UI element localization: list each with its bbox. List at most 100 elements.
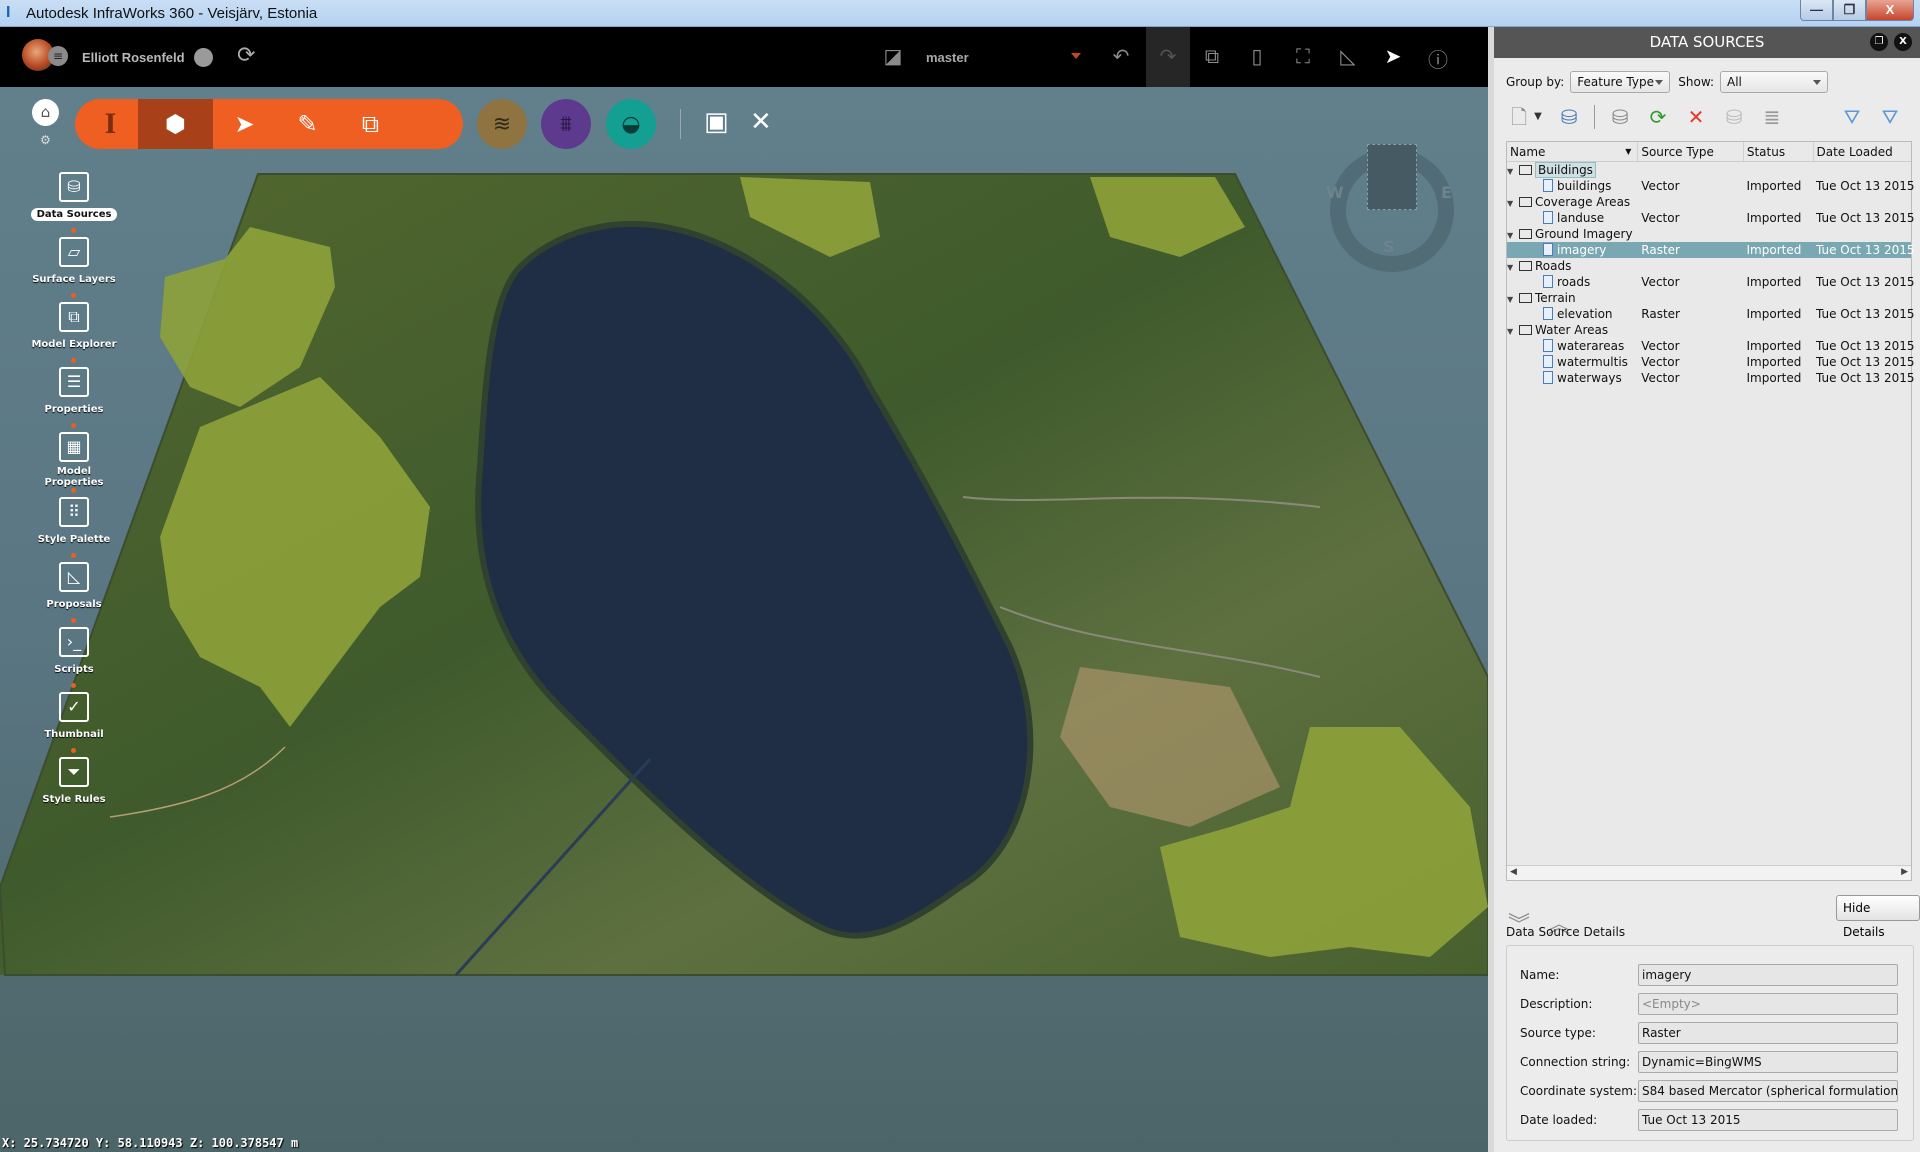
sync-icon[interactable]: ⟳ — [237, 43, 255, 68]
sidebar-item-proposals[interactable]: ◺ Proposals — [24, 562, 124, 627]
connection-string-field[interactable]: Dynamic=BingWMS — [1638, 1051, 1898, 1073]
home-button[interactable]: ⌂ — [32, 99, 59, 126]
restore-button[interactable]: ❐ — [1833, 0, 1866, 21]
compass-west[interactable]: W — [1326, 183, 1344, 202]
undo-icon[interactable]: ↶ — [1106, 44, 1136, 68]
tree-item-row[interactable]: landuse Vector Imported Tue Oct 13 2015 — [1507, 210, 1915, 226]
sidebar-item-style-palette[interactable]: ⠿ Style Palette — [24, 497, 124, 562]
group-by-select[interactable]: Feature Type — [1570, 71, 1671, 93]
description-field[interactable]: <Empty> — [1638, 993, 1898, 1015]
app-icon: I — [6, 4, 11, 21]
coordinate-system-field[interactable]: S84 based Mercator (spherical formulatio… — [1638, 1080, 1898, 1102]
expand-toggle-icon[interactable]: ▼ — [1507, 228, 1517, 242]
expand-toggle-icon[interactable]: ▼ — [1507, 292, 1517, 306]
roadway-design-button[interactable]: ≋ — [477, 99, 527, 149]
tree-group-row[interactable]: ▼ Roads — [1507, 258, 1911, 274]
expand-toggle-icon[interactable]: ▼ — [1507, 260, 1517, 274]
settings-tools-icon[interactable]: ✕ — [750, 107, 772, 137]
item-status: Imported — [1746, 179, 1802, 193]
tree-item-row[interactable]: waterareas Vector Imported Tue Oct 13 2015 — [1507, 338, 1915, 354]
sidebar-item-model-properties[interactable]: ▦ Model Properties — [24, 432, 124, 497]
tree-group-row[interactable]: ▼ Coverage Areas — [1507, 194, 1911, 210]
hamburger-menu-icon[interactable]: ≡ — [48, 46, 68, 66]
column-name[interactable]: Name ▼ — [1507, 142, 1639, 161]
3d-viewport[interactable]: ⌂ ⚙ I ⬢ ➤ ✎ ⧉ ≋ ⩩ ◒ ▣ ✕ ⛁ Data Sources ▱ S… — [0, 87, 1488, 1152]
tree-item-row[interactable]: elevation Raster Imported Tue Oct 13 2015 — [1507, 306, 1915, 322]
create-model-button[interactable]: ⬢ — [138, 99, 213, 149]
layers-source-icon[interactable]: ≣ — [1759, 104, 1785, 130]
bookmark-icon[interactable]: ▯ — [1242, 44, 1272, 68]
column-source-type[interactable]: Source Type — [1638, 142, 1744, 161]
gear-icon[interactable]: ⚙ — [40, 133, 51, 147]
sketch-tool-button[interactable]: ✎ — [276, 99, 339, 149]
item-source-type: Vector — [1641, 339, 1680, 353]
compass-south[interactable]: S — [1383, 237, 1395, 256]
horizontal-scrollbar[interactable]: ◀ ▶ — [1507, 865, 1911, 880]
terrain-map[interactable] — [0, 87, 1488, 1152]
add-file-data-source-icon[interactable]: 🗋 — [1506, 104, 1532, 130]
tree-item-row[interactable]: watermultis Vector Imported Tue Oct 13 2015 — [1507, 354, 1915, 370]
tree-item-row[interactable]: buildings Vector Imported Tue Oct 13 2015 — [1507, 178, 1915, 194]
minimize-button[interactable]: — — [1800, 0, 1833, 21]
item-date: Tue Oct 13 2015 — [1816, 307, 1915, 321]
item-name: landuse — [1557, 211, 1605, 225]
presentation-icon[interactable]: ▣ — [704, 107, 729, 137]
expand-toggle-icon[interactable]: ▼ — [1507, 164, 1517, 178]
sidebar-item-data-sources[interactable]: ⛁ Data Sources — [24, 172, 124, 237]
tree-item-row[interactable]: roads Vector Imported Tue Oct 13 2015 — [1507, 274, 1915, 290]
expand-toggle-icon[interactable]: ▼ — [1507, 196, 1517, 210]
select-cursor-icon[interactable]: ➤ — [1378, 44, 1408, 68]
bridge-design-button[interactable]: ⩩ — [541, 99, 591, 149]
source-type-field[interactable]: Raster — [1638, 1022, 1898, 1044]
scroll-right-icon[interactable]: ▶ — [1901, 867, 1908, 877]
infraworks-logo-icon[interactable]: I — [75, 99, 138, 149]
scroll-left-icon[interactable]: ◀ — [1510, 867, 1517, 877]
expand-toggle-icon[interactable]: ▼ — [1507, 324, 1517, 338]
sidebar-item-properties[interactable]: ☰ Properties — [24, 367, 124, 432]
select-tool-button[interactable]: ➤ — [213, 99, 276, 149]
close-button[interactable]: X — [1866, 0, 1914, 21]
proposals-icon: ◺ — [59, 562, 89, 592]
chat-icon[interactable] — [194, 48, 213, 67]
tree-group-row[interactable]: ▼ Water Areas — [1507, 322, 1911, 338]
float-panel-icon[interactable]: ❐ — [1870, 33, 1888, 51]
sidebar-item-scripts[interactable]: ›_ Scripts — [24, 627, 124, 692]
column-date-loaded[interactable]: Date Loaded — [1814, 142, 1912, 161]
sidebar-item-model-explorer[interactable]: ⧉ Model Explorer — [24, 302, 124, 367]
drainage-design-button[interactable]: ◒ — [606, 99, 656, 149]
date-loaded-field[interactable]: Tue Oct 13 2015 — [1638, 1109, 1898, 1131]
window-icon[interactable]: ⧉ — [1197, 44, 1227, 68]
delete-icon[interactable]: ✕ — [1683, 104, 1709, 130]
select-feature-icon[interactable]: ⛛ — [1877, 104, 1903, 130]
manage-tool-button[interactable]: ⧉ — [339, 99, 402, 149]
refresh-icon[interactable]: ⟳ — [1645, 104, 1671, 130]
user-name[interactable]: Elliott Rosenfeld — [82, 50, 185, 65]
sidebar-item-surface-layers[interactable]: ▱ Surface Layers — [24, 237, 124, 302]
tree-group-row[interactable]: ▼ Buildings — [1507, 162, 1911, 178]
fit-view-icon[interactable]: ⛶ — [1288, 44, 1318, 68]
configure-source-icon[interactable]: ⛁ — [1607, 104, 1633, 130]
tree-item-row[interactable]: imagery Raster Imported Tue Oct 13 2015 — [1507, 242, 1915, 258]
close-panel-icon[interactable]: X — [1894, 33, 1912, 51]
sidebar-item-thumbnail[interactable]: ✓ Thumbnail — [24, 692, 124, 757]
tree-item-row[interactable]: waterways Vector Imported Tue Oct 13 2015 — [1507, 370, 1915, 386]
chevron-down-icon[interactable]: ▼ — [1532, 104, 1544, 130]
hide-details-button[interactable]: Hide Details — [1836, 895, 1920, 939]
tree-group-row[interactable]: ▼ Ground Imagery — [1507, 226, 1911, 242]
add-database-source-icon[interactable]: ⛁ — [1556, 104, 1582, 130]
help-icon[interactable]: ⓘ — [1423, 44, 1453, 73]
proposal-selector[interactable]: master — [926, 50, 969, 65]
sidebar-item-style-rules[interactable]: ⏷ Style Rules — [24, 757, 124, 822]
compass-east[interactable]: E — [1441, 183, 1452, 202]
sketch-icon[interactable]: ◺ — [1333, 44, 1363, 68]
file-icon — [1543, 371, 1553, 384]
item-name: waterways — [1557, 371, 1622, 385]
column-status[interactable]: Status — [1744, 142, 1814, 161]
show-select[interactable]: All — [1720, 71, 1829, 93]
chevron-down-icon[interactable] — [1071, 53, 1081, 59]
name-field[interactable]: imagery — [1638, 964, 1898, 986]
redo-button[interactable]: ↷ — [1146, 27, 1190, 87]
view-cube[interactable] — [1367, 144, 1417, 210]
tree-group-row[interactable]: ▼ Terrain — [1507, 290, 1911, 306]
remove-feature-icon[interactable]: ⛛ — [1839, 104, 1865, 130]
